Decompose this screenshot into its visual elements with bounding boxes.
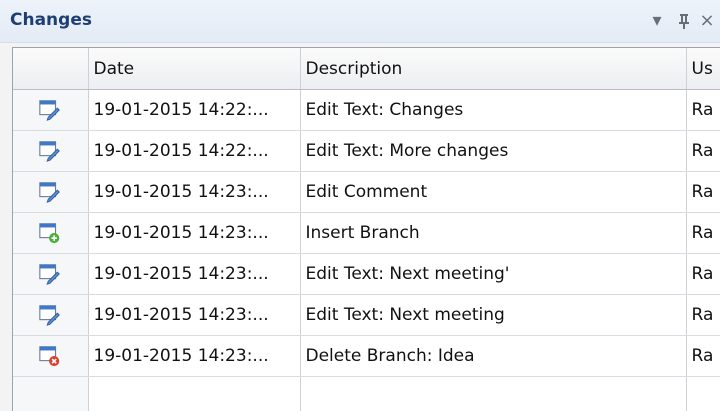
edit-icon-graphic <box>38 182 62 202</box>
table-row[interactable]: edit-icon 19-01-2015 14:23:... Edit Text: … <box>13 254 720 295</box>
dropdown-button[interactable]: ▾ <box>647 10 667 32</box>
edit-icon-graphic <box>38 141 62 161</box>
column-header-date[interactable]: Date <box>88 48 300 90</box>
changes-table: Date Description Us edit-icon 19-01-2015 … <box>13 48 720 411</box>
row-indicator[interactable]: edit-icon <box>13 172 88 213</box>
date-text: 19-01-2015 14:22:... <box>94 100 300 120</box>
row-indicator[interactable]: edit-icon <box>13 295 88 336</box>
panel-title: Changes <box>10 10 92 30</box>
cell-user[interactable]: Ra <box>686 213 720 254</box>
panel-titlebar: Changes ▾ × <box>0 0 720 43</box>
column-header-indicator[interactable] <box>13 48 88 90</box>
description-text: Edit Text: Changes <box>306 100 686 120</box>
cell-description[interactable]: Edit Text: Changes <box>300 90 686 131</box>
empty-cell <box>300 377 686 411</box>
table-row[interactable]: delete-icon 19-01-2015 14:23:... Delete Br… <box>13 336 720 377</box>
description-text: Edit Text: Next meeting' <box>306 264 686 284</box>
row-indicator[interactable]: delete-icon <box>13 336 88 377</box>
empty-cell <box>88 377 300 411</box>
cell-user[interactable]: Ra <box>686 295 720 336</box>
date-text: 19-01-2015 14:23:... <box>94 223 300 243</box>
cell-user[interactable]: Ra <box>686 172 720 213</box>
table-row[interactable]: edit-icon 19-01-2015 14:22:... Edit Text: … <box>13 131 720 172</box>
description-text: Delete Branch: Idea <box>306 346 686 366</box>
empty-row <box>13 377 720 411</box>
row-indicator[interactable]: insert-icon <box>13 213 88 254</box>
user-text: Ra <box>692 141 720 161</box>
cell-user[interactable]: Ra <box>686 90 720 131</box>
pin-icon <box>678 13 690 29</box>
table-row[interactable]: insert-icon 19-01-2015 14:23:... Insert Br… <box>13 213 720 254</box>
user-text: Ra <box>692 305 720 325</box>
cell-description[interactable]: Edit Text: More changes <box>300 131 686 172</box>
changes-panel: Changes ▾ × Date Description Us <box>0 0 720 410</box>
header-row: Date Description Us <box>13 48 720 90</box>
cell-date[interactable]: 19-01-2015 14:23:... <box>88 172 300 213</box>
cell-date[interactable]: 19-01-2015 14:22:... <box>88 131 300 172</box>
edit-icon-graphic <box>38 100 62 120</box>
cell-description[interactable]: Edit Text: Next meeting <box>300 295 686 336</box>
cell-description[interactable]: Edit Text: Next meeting' <box>300 254 686 295</box>
table-row[interactable]: edit-icon 19-01-2015 14:22:... Edit Text: … <box>13 90 720 131</box>
description-text: Insert Branch <box>306 223 686 243</box>
delete-icon-graphic <box>38 346 62 366</box>
user-text: Ra <box>692 182 720 202</box>
date-text: 19-01-2015 14:23:... <box>94 305 300 325</box>
cell-date[interactable]: 19-01-2015 14:23:... <box>88 295 300 336</box>
table-row[interactable]: edit-icon 19-01-2015 14:23:... Edit Commen… <box>13 172 720 213</box>
cell-date[interactable]: 19-01-2015 14:22:... <box>88 90 300 131</box>
cell-date[interactable]: 19-01-2015 14:23:... <box>88 213 300 254</box>
insert-icon-graphic <box>38 223 62 243</box>
description-text: Edit Text: More changes <box>306 141 686 161</box>
date-text: 19-01-2015 14:22:... <box>94 141 300 161</box>
description-text: Edit Text: Next meeting <box>306 305 686 325</box>
edit-icon-graphic <box>38 305 62 325</box>
description-text: Edit Comment <box>306 182 686 202</box>
user-text: Ra <box>692 223 720 243</box>
cell-date[interactable]: 19-01-2015 14:23:... <box>88 254 300 295</box>
cell-user[interactable]: Ra <box>686 254 720 295</box>
pin-button[interactable] <box>674 10 694 32</box>
date-text: 19-01-2015 14:23:... <box>94 346 300 366</box>
close-button[interactable]: × <box>697 10 717 32</box>
user-text: Ra <box>692 100 720 120</box>
cell-description[interactable]: Delete Branch: Idea <box>300 336 686 377</box>
cell-user[interactable]: Ra <box>686 131 720 172</box>
empty-cell <box>13 377 88 411</box>
date-text: 19-01-2015 14:23:... <box>94 264 300 284</box>
edit-icon-graphic <box>38 264 62 284</box>
user-text: Ra <box>692 346 720 366</box>
row-indicator[interactable]: edit-icon <box>13 90 88 131</box>
empty-cell <box>686 377 720 411</box>
cell-user[interactable]: Ra <box>686 336 720 377</box>
changes-grid: Date Description Us edit-icon 19-01-2015 … <box>12 47 720 411</box>
column-header-user[interactable]: Us <box>686 48 720 90</box>
cell-description[interactable]: Edit Comment <box>300 172 686 213</box>
row-indicator[interactable]: edit-icon <box>13 131 88 172</box>
date-text: 19-01-2015 14:23:... <box>94 182 300 202</box>
table-row[interactable]: edit-icon 19-01-2015 14:23:... Edit Text: … <box>13 295 720 336</box>
cell-date[interactable]: 19-01-2015 14:23:... <box>88 336 300 377</box>
user-text: Ra <box>692 264 720 284</box>
column-header-description[interactable]: Description <box>300 48 686 90</box>
row-indicator[interactable]: edit-icon <box>13 254 88 295</box>
cell-description[interactable]: Insert Branch <box>300 213 686 254</box>
